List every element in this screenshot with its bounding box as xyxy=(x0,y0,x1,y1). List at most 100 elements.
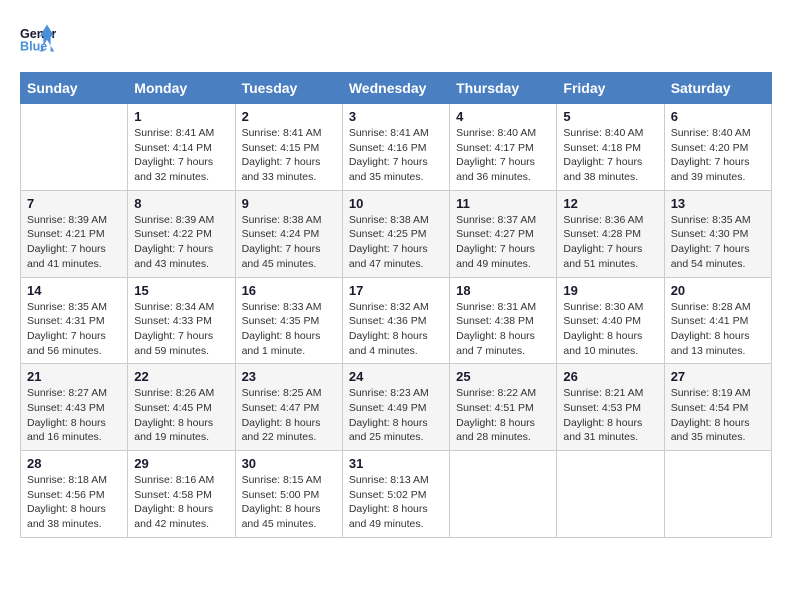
day-cell xyxy=(21,104,128,191)
day-info: Sunrise: 8:36 AMSunset: 4:28 PMDaylight:… xyxy=(563,213,657,272)
day-number: 23 xyxy=(242,369,336,384)
day-number: 13 xyxy=(671,196,765,211)
day-info: Sunrise: 8:13 AMSunset: 5:02 PMDaylight:… xyxy=(349,473,443,532)
day-number: 20 xyxy=(671,283,765,298)
day-cell: 16 Sunrise: 8:33 AMSunset: 4:35 PMDayligh… xyxy=(235,277,342,364)
day-info: Sunrise: 8:41 AMSunset: 4:16 PMDaylight:… xyxy=(349,126,443,185)
day-number: 4 xyxy=(456,109,550,124)
day-cell: 14 Sunrise: 8:35 AMSunset: 4:31 PMDayligh… xyxy=(21,277,128,364)
day-info: Sunrise: 8:38 AMSunset: 4:24 PMDaylight:… xyxy=(242,213,336,272)
day-number: 3 xyxy=(349,109,443,124)
day-info: Sunrise: 8:30 AMSunset: 4:40 PMDaylight:… xyxy=(563,300,657,359)
day-info: Sunrise: 8:35 AMSunset: 4:30 PMDaylight:… xyxy=(671,213,765,272)
day-info: Sunrise: 8:39 AMSunset: 4:21 PMDaylight:… xyxy=(27,213,121,272)
week-row-4: 21Sunrise: 8:27 AMSunset: 4:43 PMDayligh… xyxy=(21,364,772,451)
day-cell: 11 Sunrise: 8:37 AMSunset: 4:27 PMDayligh… xyxy=(450,190,557,277)
day-number: 6 xyxy=(671,109,765,124)
day-number: 7 xyxy=(27,196,121,211)
day-cell: 7 Sunrise: 8:39 AMSunset: 4:21 PMDaylight… xyxy=(21,190,128,277)
day-info: Sunrise: 8:41 AMSunset: 4:15 PMDaylight:… xyxy=(242,126,336,185)
logo-icon: General Blue xyxy=(20,20,56,56)
calendar-header-row: SundayMondayTuesdayWednesdayThursdayFrid… xyxy=(21,73,772,104)
day-number: 30 xyxy=(242,456,336,471)
column-header-tuesday: Tuesday xyxy=(235,73,342,104)
day-cell: 8 Sunrise: 8:39 AMSunset: 4:22 PMDaylight… xyxy=(128,190,235,277)
day-info: Sunrise: 8:21 AMSunset: 4:53 PMDaylight:… xyxy=(563,386,657,445)
column-header-wednesday: Wednesday xyxy=(342,73,449,104)
day-cell: 15Sunrise: 8:34 AMSunset: 4:33 PMDayligh… xyxy=(128,277,235,364)
day-info: Sunrise: 8:25 AMSunset: 4:47 PMDaylight:… xyxy=(242,386,336,445)
day-cell: 23 Sunrise: 8:25 AMSunset: 4:47 PMDayligh… xyxy=(235,364,342,451)
day-info: Sunrise: 8:18 AMSunset: 4:56 PMDaylight:… xyxy=(27,473,121,532)
day-info: Sunrise: 8:22 AMSunset: 4:51 PMDaylight:… xyxy=(456,386,550,445)
day-number: 16 xyxy=(242,283,336,298)
day-cell: 9 Sunrise: 8:38 AMSunset: 4:24 PMDaylight… xyxy=(235,190,342,277)
day-info: Sunrise: 8:16 AMSunset: 4:58 PMDaylight:… xyxy=(134,473,228,532)
calendar-body: 1 Sunrise: 8:41 AMSunset: 4:14 PMDaylight… xyxy=(21,104,772,538)
day-info: Sunrise: 8:40 AMSunset: 4:17 PMDaylight:… xyxy=(456,126,550,185)
day-number: 29 xyxy=(134,456,228,471)
day-cell: 6 Sunrise: 8:40 AMSunset: 4:20 PMDaylight… xyxy=(664,104,771,191)
day-cell: 22 Sunrise: 8:26 AMSunset: 4:45 PMDayligh… xyxy=(128,364,235,451)
week-row-2: 7 Sunrise: 8:39 AMSunset: 4:21 PMDaylight… xyxy=(21,190,772,277)
day-info: Sunrise: 8:33 AMSunset: 4:35 PMDaylight:… xyxy=(242,300,336,359)
day-cell: 24 Sunrise: 8:23 AMSunset: 4:49 PMDayligh… xyxy=(342,364,449,451)
day-number: 11 xyxy=(456,196,550,211)
column-header-saturday: Saturday xyxy=(664,73,771,104)
day-info: Sunrise: 8:40 AMSunset: 4:20 PMDaylight:… xyxy=(671,126,765,185)
day-number: 12 xyxy=(563,196,657,211)
column-header-monday: Monday xyxy=(128,73,235,104)
day-info: Sunrise: 8:19 AMSunset: 4:54 PMDaylight:… xyxy=(671,386,765,445)
day-info: Sunrise: 8:41 AMSunset: 4:14 PMDaylight:… xyxy=(134,126,228,185)
day-number: 15 xyxy=(134,283,228,298)
day-cell: 25 Sunrise: 8:22 AMSunset: 4:51 PMDayligh… xyxy=(450,364,557,451)
week-row-3: 14 Sunrise: 8:35 AMSunset: 4:31 PMDayligh… xyxy=(21,277,772,364)
day-number: 26 xyxy=(563,369,657,384)
day-number: 10 xyxy=(349,196,443,211)
day-info: Sunrise: 8:38 AMSunset: 4:25 PMDaylight:… xyxy=(349,213,443,272)
day-cell xyxy=(557,451,664,538)
day-number: 5 xyxy=(563,109,657,124)
day-info: Sunrise: 8:23 AMSunset: 4:49 PMDaylight:… xyxy=(349,386,443,445)
day-cell: 1 Sunrise: 8:41 AMSunset: 4:14 PMDaylight… xyxy=(128,104,235,191)
day-cell: 13 Sunrise: 8:35 AMSunset: 4:30 PMDayligh… xyxy=(664,190,771,277)
day-cell: 21Sunrise: 8:27 AMSunset: 4:43 PMDayligh… xyxy=(21,364,128,451)
day-cell: 5 Sunrise: 8:40 AMSunset: 4:18 PMDaylight… xyxy=(557,104,664,191)
page-header: General Blue xyxy=(20,20,772,56)
day-number: 8 xyxy=(134,196,228,211)
day-cell: 10 Sunrise: 8:38 AMSunset: 4:25 PMDayligh… xyxy=(342,190,449,277)
day-number: 24 xyxy=(349,369,443,384)
day-info: Sunrise: 8:35 AMSunset: 4:31 PMDaylight:… xyxy=(27,300,121,359)
day-cell: 17Sunrise: 8:32 AMSunset: 4:36 PMDayligh… xyxy=(342,277,449,364)
day-number: 18 xyxy=(456,283,550,298)
day-cell: 20Sunrise: 8:28 AMSunset: 4:41 PMDayligh… xyxy=(664,277,771,364)
logo: General Blue xyxy=(20,20,56,56)
day-info: Sunrise: 8:26 AMSunset: 4:45 PMDaylight:… xyxy=(134,386,228,445)
week-row-1: 1 Sunrise: 8:41 AMSunset: 4:14 PMDaylight… xyxy=(21,104,772,191)
day-cell: 18 Sunrise: 8:31 AMSunset: 4:38 PMDayligh… xyxy=(450,277,557,364)
day-cell: 12 Sunrise: 8:36 AMSunset: 4:28 PMDayligh… xyxy=(557,190,664,277)
day-cell: 29 Sunrise: 8:16 AMSunset: 4:58 PMDayligh… xyxy=(128,451,235,538)
day-cell: 19Sunrise: 8:30 AMSunset: 4:40 PMDayligh… xyxy=(557,277,664,364)
day-number: 9 xyxy=(242,196,336,211)
week-row-5: 28Sunrise: 8:18 AMSunset: 4:56 PMDayligh… xyxy=(21,451,772,538)
column-header-friday: Friday xyxy=(557,73,664,104)
column-header-sunday: Sunday xyxy=(21,73,128,104)
day-number: 25 xyxy=(456,369,550,384)
day-cell xyxy=(450,451,557,538)
day-number: 2 xyxy=(242,109,336,124)
day-info: Sunrise: 8:37 AMSunset: 4:27 PMDaylight:… xyxy=(456,213,550,272)
day-number: 27 xyxy=(671,369,765,384)
day-cell: 31Sunrise: 8:13 AMSunset: 5:02 PMDayligh… xyxy=(342,451,449,538)
day-number: 1 xyxy=(134,109,228,124)
day-number: 21 xyxy=(27,369,121,384)
day-info: Sunrise: 8:31 AMSunset: 4:38 PMDaylight:… xyxy=(456,300,550,359)
day-number: 14 xyxy=(27,283,121,298)
day-cell: 28Sunrise: 8:18 AMSunset: 4:56 PMDayligh… xyxy=(21,451,128,538)
day-cell: 30 Sunrise: 8:15 AMSunset: 5:00 PMDayligh… xyxy=(235,451,342,538)
day-info: Sunrise: 8:40 AMSunset: 4:18 PMDaylight:… xyxy=(563,126,657,185)
day-info: Sunrise: 8:39 AMSunset: 4:22 PMDaylight:… xyxy=(134,213,228,272)
day-info: Sunrise: 8:15 AMSunset: 5:00 PMDaylight:… xyxy=(242,473,336,532)
day-number: 22 xyxy=(134,369,228,384)
day-cell: 2 Sunrise: 8:41 AMSunset: 4:15 PMDaylight… xyxy=(235,104,342,191)
